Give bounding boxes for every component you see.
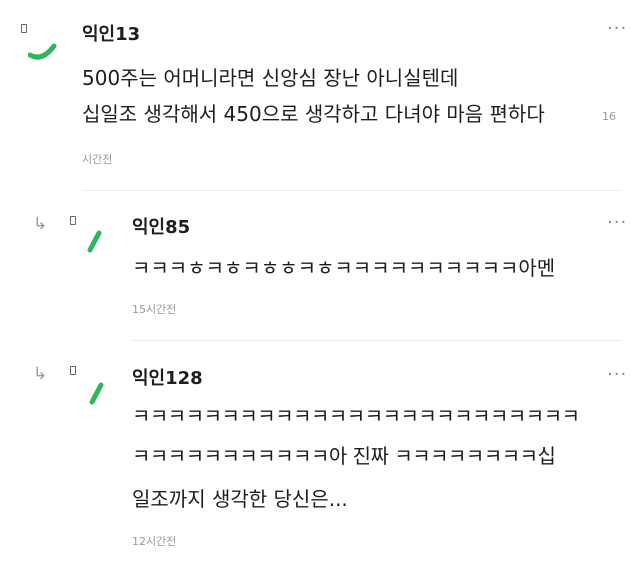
more-dots-icon[interactable]: ··· — [607, 214, 627, 232]
more-dots-icon[interactable]: ··· — [607, 366, 627, 384]
comment-text-line: 일조까지 생각한 당신은... — [132, 487, 348, 511]
comment-text-line: ㅋㅋㅋㅋㅋㅋㅋㅋㅋㅋㅋㅋㅋㅋㅋㅋㅋㅋㅋㅋㅋㅋㅋㅋㅋ — [132, 404, 580, 428]
comment-author[interactable]: 익인13 — [82, 20, 140, 46]
avatar[interactable] — [86, 380, 108, 406]
comment-timestamp: 시간전 — [82, 153, 113, 166]
reply-comment-item: ↳ 익인128 ··· ㅋㅋㅋㅋㅋㅋㅋㅋㅋㅋㅋㅋㅋㅋㅋㅋㅋㅋㅋㅋㅋㅋㅋㅋㅋ ㅋㅋ… — [0, 340, 640, 566]
like-count[interactable]: 16 — [602, 110, 616, 123]
more-dots-icon[interactable]: ··· — [607, 20, 627, 38]
comment-text-line: ㅋㅋㅋㅎㅋㅎㅋㅎㅎㅋㅎㅋㅋㅋㅋㅋㅋㅋㅋㅋㅋ아멘 — [132, 256, 556, 280]
comment-item: 익인13 ··· 500주는 어머니라면 신앙심 장난 아니실텐데 십일조 생각… — [0, 0, 640, 190]
comment-timestamp: 12시간전 — [132, 535, 177, 548]
avatar-badge-icon — [70, 216, 76, 225]
reply-comment-item: ↳ 익인85 ··· ㅋㅋㅋㅎㅋㅎㅋㅎㅎㅋㅎㅋㅋㅋㅋㅋㅋㅋㅋㅋㅋ아멘 15시간전 — [0, 190, 640, 340]
comment-author[interactable]: 익인85 — [132, 213, 190, 239]
comment-timestamp: 15시간전 — [132, 303, 177, 316]
comment-text-line: ㅋㅋㅋㅋㅋㅋㅋㅋㅋㅋㅋ아 진짜 ㅋㅋㅋㅋㅋㅋㅋㅋ십 — [132, 444, 556, 468]
avatar-badge-icon — [21, 24, 27, 33]
reply-arrow-icon: ↳ — [33, 214, 48, 234]
avatar[interactable] — [28, 40, 58, 64]
comment-text-line: 500주는 어머니라면 신앙심 장난 아니실텐데 — [82, 66, 459, 90]
avatar-badge-icon — [70, 366, 76, 375]
comment-text-line: 십일조 생각해서 450으로 생각하고 다녀야 마음 편하다 — [82, 102, 545, 126]
reply-arrow-icon: ↳ — [33, 364, 48, 384]
comment-author[interactable]: 익인128 — [132, 364, 203, 390]
avatar[interactable] — [84, 228, 106, 254]
